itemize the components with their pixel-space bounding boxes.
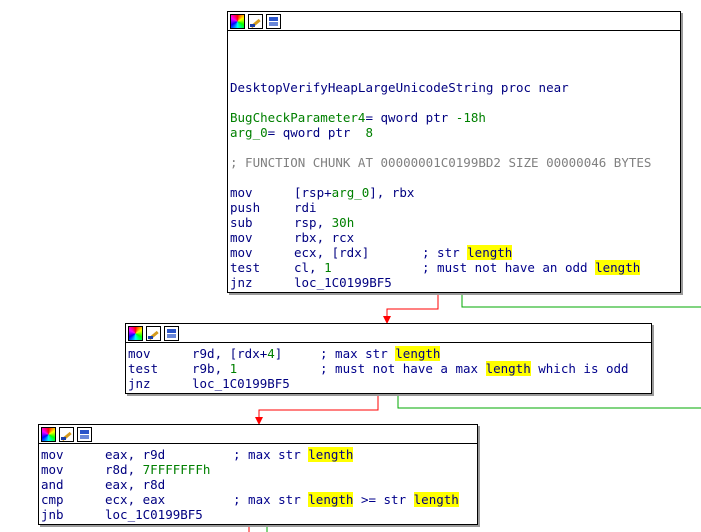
node-rename-icon[interactable]: [248, 13, 263, 29]
edge-true-b1[interactable]: [461, 293, 701, 308]
node-group-icon[interactable]: [266, 13, 281, 29]
node-body: mov r9d, [rdx+4]; max str length test r9b,…: [126, 343, 651, 393]
instruction-line[interactable]: push rdi: [230, 200, 678, 215]
instruction-line[interactable]: mov ecx, [rdx]; str length: [230, 245, 678, 260]
function-chunk-comment: ; FUNCTION CHUNK AT 00000001C0199BD2 SIZ…: [230, 155, 652, 170]
local-var-arg0[interactable]: arg_0= qword ptr 8: [230, 125, 678, 140]
node-group-icon[interactable]: [164, 325, 179, 341]
instruction-line[interactable]: mov r8d, 7FFFFFFFh: [41, 462, 475, 477]
node-color-icon[interactable]: [41, 426, 56, 442]
node-rename-icon[interactable]: [146, 325, 161, 341]
graph-node-function-entry[interactable]: DesktopVerifyHeapLargeUnicodeString proc…: [227, 11, 681, 293]
node-group-icon[interactable]: [77, 426, 92, 442]
instruction-line[interactable]: jnz loc_1C0199BF5: [230, 275, 678, 290]
local-var-bugcheck[interactable]: BugCheckParameter4= qword ptr -18h: [230, 110, 678, 125]
instruction-line[interactable]: mov eax, r9d; max str length: [41, 447, 475, 462]
node-header: [126, 324, 651, 343]
node-color-icon[interactable]: [128, 325, 143, 341]
instruction-line[interactable]: cmp ecx, eax; max str length >= str lengt…: [41, 492, 475, 507]
edge-false-b1-b2[interactable]: [386, 293, 439, 317]
node-body: DesktopVerifyHeapLargeUnicodeString proc…: [228, 31, 680, 292]
instruction-line[interactable]: jnz loc_1C0199BF5: [128, 376, 649, 391]
node-header: [228, 12, 680, 31]
instruction-line[interactable]: test r9b, 1; must not have a max length w…: [128, 361, 649, 376]
node-body: mov eax, r9d; max str length mov r8d, 7FFF…: [39, 444, 477, 524]
graph-node-max-length-check[interactable]: mov r9d, [rdx+4]; max str length test r9b,…: [125, 323, 652, 394]
node-color-icon[interactable]: [230, 13, 245, 29]
proc-declaration[interactable]: DesktopVerifyHeapLargeUnicodeString proc…: [230, 80, 678, 95]
instruction-line[interactable]: mov r9d, [rdx+4]; max str length: [128, 346, 649, 361]
instruction-line[interactable]: sub rsp, 30h: [230, 215, 678, 230]
graph-node-length-compare[interactable]: mov eax, r9d; max str length mov r8d, 7FFF…: [38, 424, 478, 525]
instruction-line[interactable]: jnb loc_1C0199BF5: [41, 507, 475, 522]
instruction-line[interactable]: test cl, 1; must not have an odd length: [230, 260, 678, 275]
node-header: [39, 425, 477, 444]
instruction-line[interactable]: mov rbx, rcx: [230, 230, 678, 245]
node-rename-icon[interactable]: [59, 426, 74, 442]
edge-true-b2[interactable]: [397, 394, 701, 409]
instruction-line[interactable]: and eax, r8d: [41, 477, 475, 492]
edge-false-b2-b3[interactable]: [258, 394, 379, 418]
instruction-line[interactable]: mov [rsp+arg_0], rbx: [230, 185, 678, 200]
